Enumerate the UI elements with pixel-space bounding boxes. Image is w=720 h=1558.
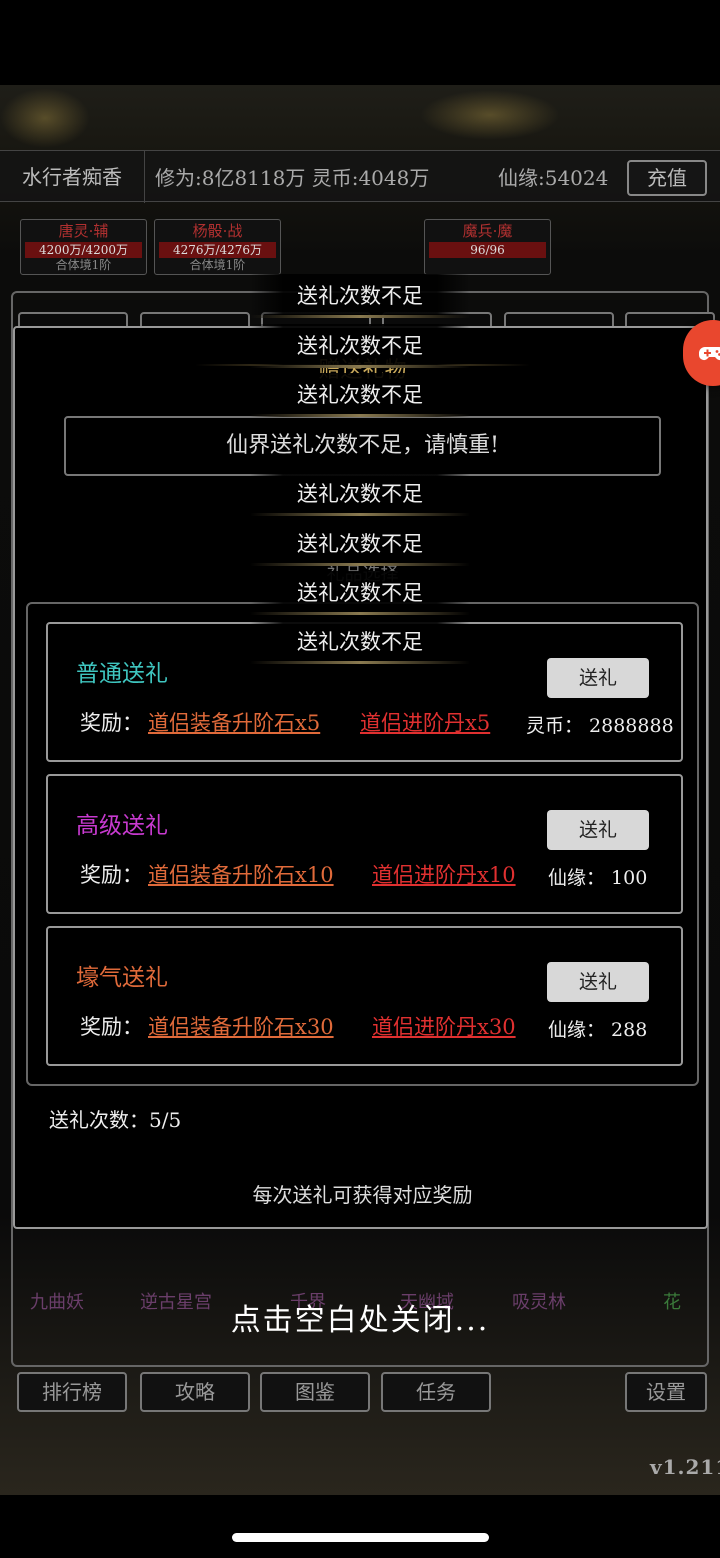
toast-message: 送礼次数不足: [250, 324, 470, 368]
gamepad-icon: [699, 347, 720, 360]
nav-codex[interactable]: 图鉴: [260, 1372, 370, 1412]
player-status-bar: 水行者痴香 修为:8亿8118万 灵币:4048万 仙缘:54024 充值: [0, 150, 720, 203]
home-indicator[interactable]: [232, 1533, 489, 1542]
reward-item-link[interactable]: 道侣装备升阶石x5: [148, 707, 320, 737]
reward-item-link[interactable]: 道侣装备升阶石x30: [148, 1011, 334, 1041]
gift-title: 壕气送礼: [76, 965, 168, 991]
reward-item-link[interactable]: 道侣进阶丹x30: [372, 1011, 516, 1041]
reward-label: 奖励：: [80, 711, 143, 735]
reward-label: 奖励：: [80, 1015, 143, 1039]
toast-text: 送礼次数不足: [297, 532, 423, 556]
ally-card[interactable]: 魔兵·魔 96/96: [424, 219, 551, 275]
ally-name: 杨骰·战: [192, 222, 243, 240]
nav-guide[interactable]: 攻略: [140, 1372, 250, 1412]
gift-cost: 仙缘： 100: [548, 867, 648, 889]
player-fate: 仙缘:54024: [498, 166, 609, 190]
gift-option-luxury: 壕气送礼 奖励： 道侣装备升阶石x30 道侣进阶丹x30 仙缘： 288 送礼: [46, 926, 683, 1066]
toast-message: 送礼次数不足: [250, 620, 470, 664]
ally-hp-bar: 96/96: [429, 242, 546, 258]
gift-cost: 灵币： 2888888: [526, 715, 674, 737]
reward-item-link[interactable]: 道侣进阶丹x10: [372, 859, 516, 889]
toast-text: 送礼次数不足: [297, 630, 423, 654]
gift-options-panel: 普通送礼 奖励： 道侣装备升阶石x5 道侣进阶丹x5 灵币： 2888888 送…: [26, 602, 699, 1086]
gift-title: 高级送礼: [76, 813, 168, 839]
nav-tasks[interactable]: 任务: [381, 1372, 491, 1412]
close-hint[interactable]: 点击空白处关闭...: [0, 1295, 720, 1339]
ally-hp-bar: 4276万/4276万: [159, 242, 276, 258]
reward-item-link[interactable]: 道侣装备升阶石x10: [148, 859, 334, 889]
notice-banner: 仙界送礼次数不足，请慎重!: [64, 416, 661, 476]
send-gift-button[interactable]: 送礼: [547, 810, 649, 850]
toast-message: 送礼次数不足: [250, 522, 470, 566]
gift-title: 普通送礼: [76, 661, 168, 687]
toast-message: 送礼次数不足: [250, 274, 470, 318]
ally-card[interactable]: 唐灵·辅 4200万/4200万 合体境1阶: [20, 219, 147, 275]
toast-message: 送礼次数不足: [250, 472, 470, 516]
nav-leaderboard[interactable]: 排行榜: [17, 1372, 127, 1412]
ally-realm: 合体境1阶: [189, 258, 246, 272]
bottom-navigation: 排行榜 攻略 图鉴 任务 设置: [0, 1372, 720, 1416]
version-label: v1.211: [650, 1455, 720, 1479]
toast-message: 送礼次数不足: [250, 571, 470, 615]
toast-message: 送礼次数不足: [250, 373, 470, 417]
gift-cost: 仙缘： 288: [548, 1019, 648, 1041]
ally-realm: 合体境1阶: [55, 258, 112, 272]
recharge-button[interactable]: 充值: [627, 160, 707, 196]
send-gift-button[interactable]: 送礼: [547, 658, 649, 698]
background-glint: [0, 88, 90, 148]
gift-hint: 每次送礼可获得对应奖励: [252, 1183, 473, 1207]
ally-hp-bar: 4200万/4200万: [25, 242, 142, 258]
toast-text: 送礼次数不足: [297, 284, 423, 308]
gift-option-advanced: 高级送礼 奖励： 道侣装备升阶石x10 道侣进阶丹x10 仙缘： 100 送礼: [46, 774, 683, 914]
ally-card[interactable]: 杨骰·战 4276万/4276万 合体境1阶: [154, 219, 281, 275]
background-glint: [420, 90, 560, 140]
ally-name: 唐灵·辅: [58, 222, 109, 240]
toast-text: 送礼次数不足: [297, 334, 423, 358]
reward-label: 奖励：: [80, 863, 143, 887]
nav-settings[interactable]: 设置: [625, 1372, 707, 1412]
player-stats: 修为:8亿8118万 灵币:4048万: [155, 166, 430, 190]
reward-item-link[interactable]: 道侣进阶丹x5: [360, 707, 490, 737]
player-name: 水行者痴香: [0, 151, 145, 203]
gift-count: 送礼次数：5/5: [49, 1108, 182, 1132]
send-gift-button[interactable]: 送礼: [547, 962, 649, 1002]
toast-text: 送礼次数不足: [297, 482, 423, 506]
ally-name: 魔兵·魔: [462, 222, 513, 240]
toast-text: 送礼次数不足: [297, 581, 423, 605]
toast-text: 送礼次数不足: [297, 383, 423, 407]
gift-dialog: 赠送礼物 仙界送礼次数不足，请慎重! 礼品选择 普通送礼 奖励： 道侣装备升阶石…: [13, 326, 708, 1229]
